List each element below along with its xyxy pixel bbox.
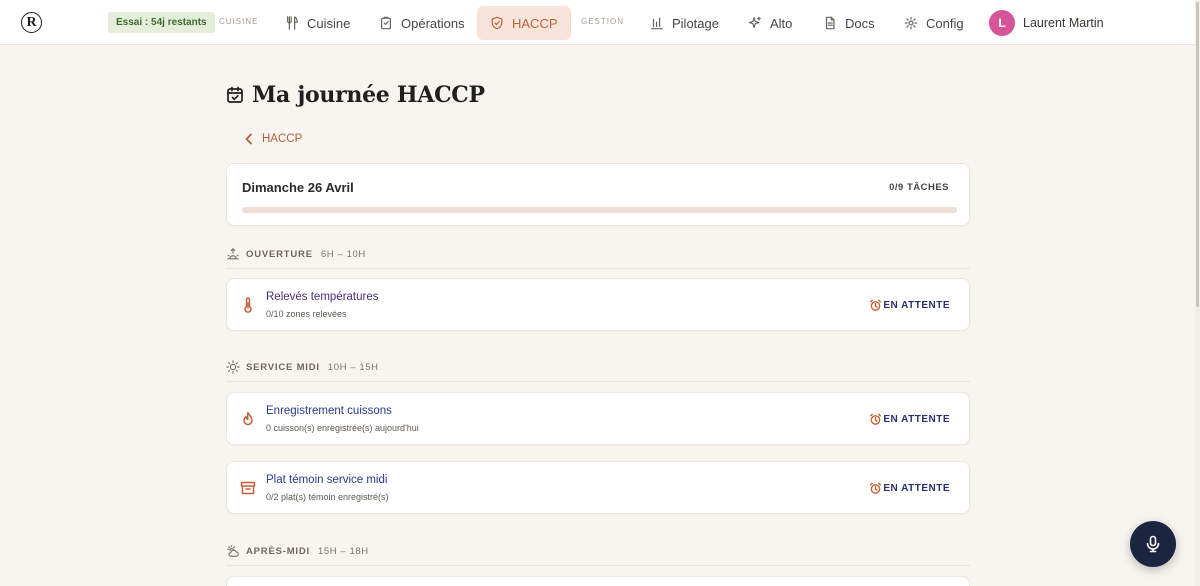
section-apres-midi: APRÈS-MIDI 15H – 18H <box>226 537 970 566</box>
user-menu[interactable]: L Laurent Martin <box>989 10 1104 36</box>
status-badge: EN ATTENTE <box>869 482 950 495</box>
nav-label: Pilotage <box>672 15 719 31</box>
chevron-left-icon <box>245 133 252 145</box>
bar-chart-icon <box>651 17 663 30</box>
nav-group-gestion: GESTION <box>581 17 625 26</box>
page-header: Ma journée HACCP <box>226 82 485 108</box>
back-link[interactable]: HACCP <box>244 133 302 145</box>
document-icon <box>825 16 835 30</box>
nav-item-cuisine[interactable]: Cuisine <box>272 6 363 40</box>
section-time: 15H – 18H <box>317 545 369 557</box>
task-subtitle: 0/10 zones relevées <box>266 309 347 319</box>
top-navbar: R Essai : 54j restants CUISINE Cuisine O… <box>0 0 1200 45</box>
microphone-icon <box>1146 535 1160 553</box>
task-name: Plat témoin service midi <box>266 474 388 486</box>
nav-item-alto[interactable]: Alto <box>735 6 805 40</box>
task-count: 0/9 TÂCHES <box>889 182 949 193</box>
progress-bar <box>242 207 957 213</box>
status-label: EN ATTENTE <box>883 300 950 311</box>
nav-label: HACCP <box>512 15 558 31</box>
task-subtitle: 0 cuisson(s) enregistrée(s) aujourd'hui <box>266 423 419 433</box>
sparkles-icon <box>748 16 761 28</box>
nav-label: Alto <box>770 15 793 31</box>
back-label: HACCP <box>262 133 303 145</box>
alarm-clock-icon <box>870 482 882 494</box>
utensils-icon <box>287 16 298 30</box>
nav-item-haccp[interactable]: HACCP <box>477 6 571 40</box>
task-card-partial[interactable] <box>226 576 970 586</box>
alarm-clock-icon <box>870 299 882 311</box>
alarm-clock-icon <box>870 413 882 425</box>
section-name: SERVICE MIDI <box>246 361 320 373</box>
section-ouverture: OUVERTURE 6H – 10H <box>226 240 970 269</box>
section-time: 10H – 15H <box>327 361 379 373</box>
section-name: OUVERTURE <box>246 248 313 260</box>
task-card-plat-temoin[interactable]: Plat témoin service midi 0/2 plat(s) tém… <box>226 461 970 514</box>
status-label: EN ATTENTE <box>883 483 950 494</box>
sun-icon <box>226 360 240 374</box>
page-title: Ma journée HACCP <box>252 82 485 108</box>
logo-letter: R <box>26 14 37 30</box>
section-time: 6H – 10H <box>320 248 366 260</box>
task-card-temperatures[interactable]: Relevés températures 0/10 zones relevées… <box>226 278 970 331</box>
cloud-sun-icon <box>227 545 239 557</box>
status-label: EN ATTENTE <box>883 414 950 425</box>
flame-icon <box>243 411 253 426</box>
nav-group-cuisine: CUISINE <box>219 17 259 26</box>
nav-divider <box>570 14 571 31</box>
section-name: APRÈS-MIDI <box>246 545 310 557</box>
nav-label: Config <box>926 15 964 31</box>
scrollbar-thumb[interactable] <box>1196 2 1199 307</box>
nav-item-docs[interactable]: Docs <box>810 6 888 40</box>
nav-label: Docs <box>845 15 875 31</box>
scrollbar[interactable] <box>1195 0 1200 586</box>
nav-label: Opérations <box>401 15 465 31</box>
app-logo[interactable]: R <box>21 12 42 33</box>
shield-icon <box>491 16 503 30</box>
nav-item-pilotage[interactable]: Pilotage <box>637 6 732 40</box>
task-name: Relevés températures <box>266 291 379 303</box>
sunrise-icon <box>227 248 239 260</box>
voice-assistant-button[interactable] <box>1130 521 1176 567</box>
day-summary-card: Dimanche 26 Avril 0/9 TÂCHES <box>226 163 970 226</box>
nav-item-operations[interactable]: Opérations <box>366 6 478 40</box>
status-badge: EN ATTENTE <box>869 413 950 426</box>
gear-icon <box>904 16 918 30</box>
trial-badge[interactable]: Essai : 54j restants <box>108 12 215 33</box>
calendar-check-icon <box>227 86 243 103</box>
task-subtitle: 0/2 plat(s) témoin enregistré(s) <box>266 492 389 502</box>
summary-date: Dimanche 26 Avril <box>242 180 354 195</box>
status-badge: EN ATTENTE <box>869 299 950 312</box>
task-name: Enregistrement cuissons <box>266 405 392 417</box>
clipboard-icon <box>381 16 391 30</box>
archive-box-icon <box>240 481 256 495</box>
user-name: Laurent Martin <box>1023 16 1104 30</box>
nav-label: Cuisine <box>307 15 351 31</box>
avatar: L <box>989 10 1015 36</box>
thermometer-icon <box>244 297 252 313</box>
section-service-midi: SERVICE MIDI 10H – 15H <box>226 353 970 382</box>
nav-item-config[interactable]: Config <box>891 6 977 40</box>
task-card-cuissons[interactable]: Enregistrement cuissons 0 cuisson(s) enr… <box>226 392 970 445</box>
